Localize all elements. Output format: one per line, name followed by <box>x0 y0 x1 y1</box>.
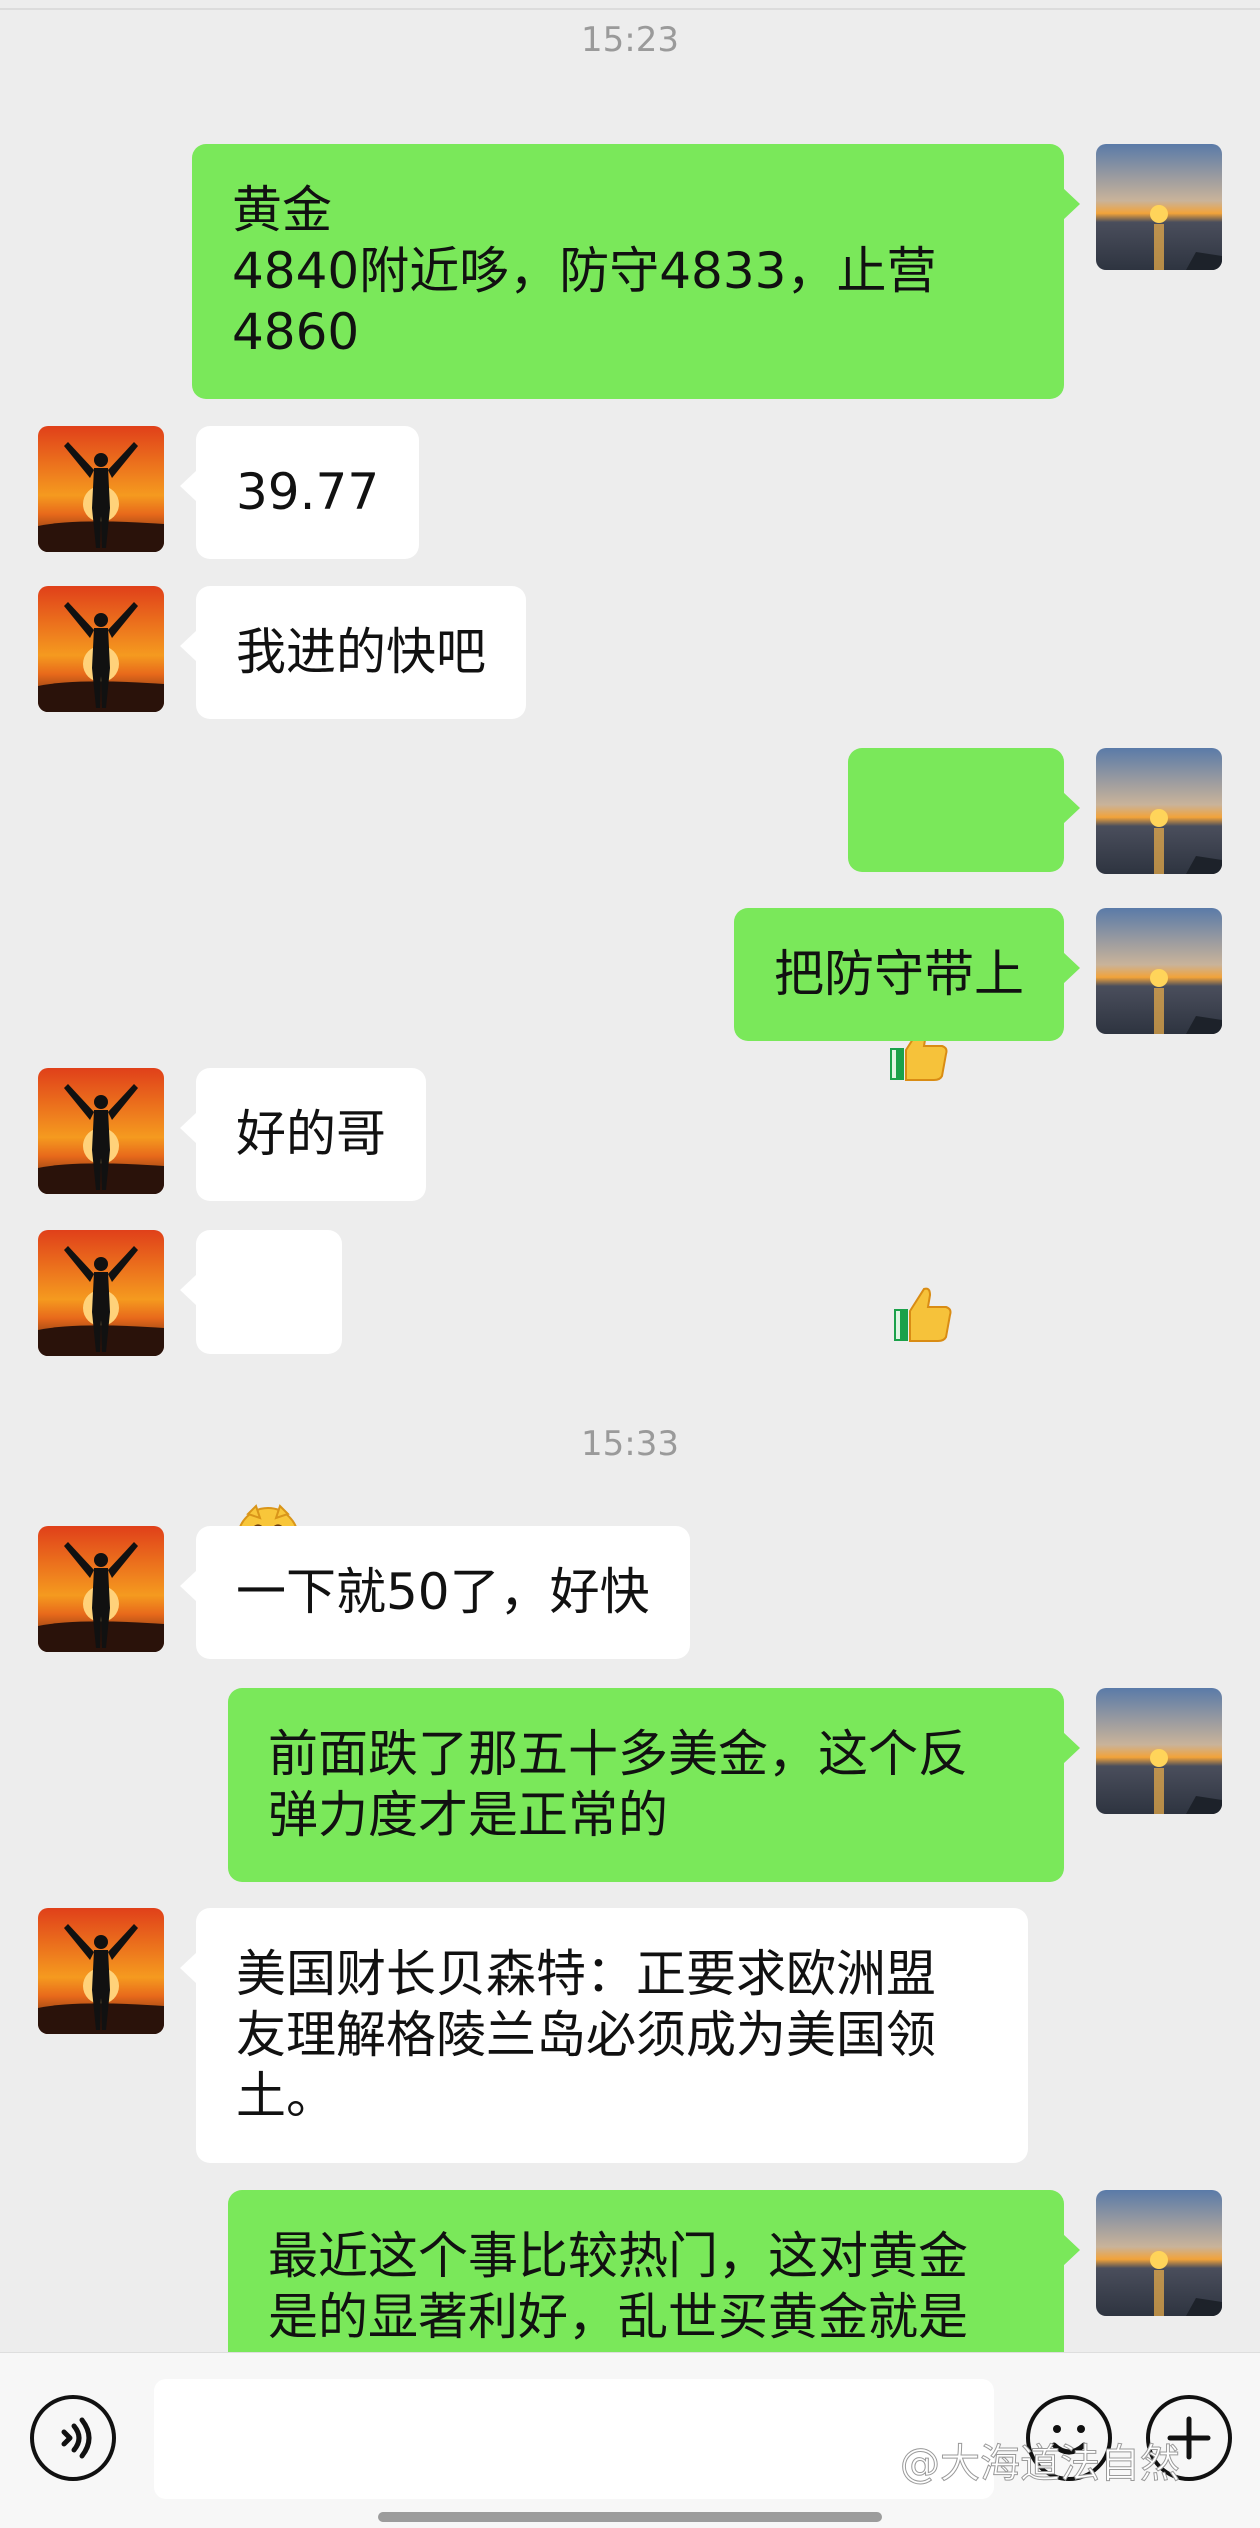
silhouette-avatar-icon[interactable] <box>38 1526 164 1652</box>
home-indicator[interactable] <box>378 2512 882 2522</box>
message-bubble-outgoing[interactable]: 最近这个事比较热门，这对黄金 是的显著利好，乱世买黄金就是 <box>228 2190 1080 2352</box>
message-bubble-incoming[interactable]: 好的哥 <box>180 1068 426 1201</box>
sunset-avatar-icon[interactable] <box>1096 748 1222 874</box>
watermark: @大海道法自然 <box>900 2441 1181 2488</box>
input-toolbar: @大海道法自然 <box>0 2352 1260 2528</box>
silhouette-avatar-icon[interactable] <box>38 1068 164 1194</box>
top-divider <box>0 0 1260 10</box>
sunset-avatar-icon[interactable] <box>1096 1688 1222 1814</box>
message-bubble-incoming[interactable]: 一下就50了，好快 <box>180 1526 690 1659</box>
message-bubble-incoming[interactable]: 39.77 <box>179 426 420 559</box>
chat-area[interactable]: 15:23 黄金 4840附近哆，防守4833，止营 4860 39.77 我进… <box>0 0 1260 2352</box>
message-bubble-outgoing[interactable]: 把防守带上 <box>734 908 1080 1041</box>
sunset-avatar-icon[interactable] <box>1096 908 1222 1034</box>
timestamp: 15:23 <box>581 20 679 60</box>
message-bubble-outgoing[interactable]: 黄金 4840附近哆，防守4833，止营 4860 <box>192 144 1080 399</box>
silhouette-avatar-icon[interactable] <box>38 1230 164 1356</box>
sunset-avatar-icon[interactable] <box>1096 144 1222 270</box>
message-bubble-incoming[interactable]: 我进的快吧 <box>180 586 526 719</box>
silhouette-avatar-icon[interactable] <box>38 1908 164 2034</box>
message-bubble-incoming[interactable]: 美国财长贝森特：正要求欧洲盟 友理解格陵兰岛必须成为美国领 土。 <box>180 1908 1028 2163</box>
timestamp: 15:33 <box>581 1424 679 1464</box>
silhouette-avatar-icon[interactable] <box>38 426 164 552</box>
message-input[interactable] <box>154 2379 994 2499</box>
message-bubble-outgoing[interactable]: 前面跌了那五十多美金，这个反 弹力度才是正常的 <box>228 1688 1080 1882</box>
silhouette-avatar-icon[interactable] <box>38 586 164 712</box>
thumbs-up-icon <box>890 1159 1026 1420</box>
voice-icon[interactable] <box>30 2395 116 2481</box>
message-bubble-outgoing[interactable] <box>848 748 1080 1342</box>
message-bubble-incoming[interactable] <box>180 1230 342 1569</box>
sunset-avatar-icon[interactable] <box>1096 2190 1222 2316</box>
